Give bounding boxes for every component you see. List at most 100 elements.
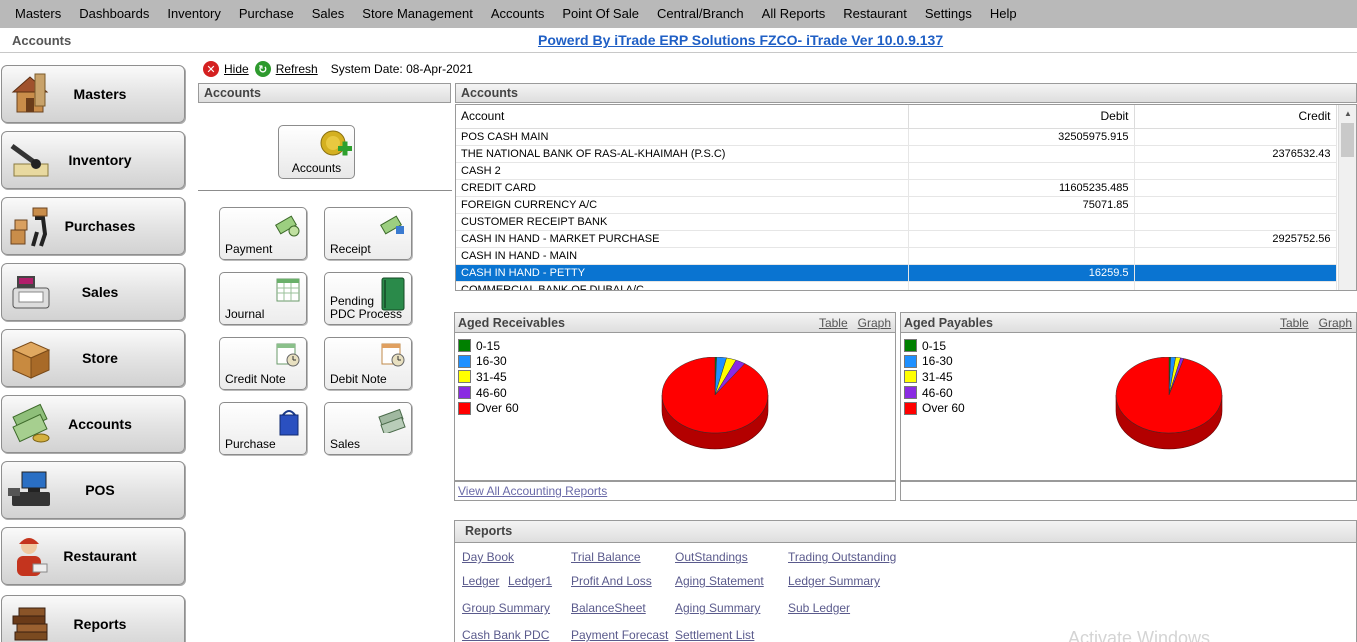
account-cell[interactable]: THE NATIONAL BANK OF RAS-AL-KHAIMAH (P.S… (456, 145, 909, 163)
debit-cell[interactable] (908, 281, 1135, 290)
refresh-link[interactable]: Refresh (276, 62, 318, 76)
menu-dashboards[interactable]: Dashboards (70, 0, 158, 28)
report-link-ledger-summary[interactable]: Ledger Summary (788, 574, 880, 588)
report-link-profit-and-loss[interactable]: Profit And Loss (571, 574, 652, 588)
accounts-main-tile[interactable]: Accounts (278, 125, 355, 179)
debit-cell[interactable] (908, 230, 1135, 248)
account-cell[interactable]: CASH IN HAND - MAIN (456, 247, 909, 265)
menu-central-branch[interactable]: Central/Branch (648, 0, 753, 28)
report-link-payment-forecast[interactable]: Payment Forecast (571, 628, 668, 642)
credit-cell[interactable]: 2376532.43 (1134, 145, 1337, 163)
debit-cell[interactable] (908, 162, 1135, 180)
report-link-aging-statement[interactable]: Aging Statement (675, 574, 764, 588)
menu-inventory[interactable]: Inventory (158, 0, 229, 28)
account-cell[interactable]: POS CASH MAIN (456, 128, 909, 146)
menu-settings[interactable]: Settings (916, 0, 981, 28)
debit-cell[interactable]: 16259.5 (908, 264, 1135, 282)
column-header-debit[interactable]: Debit (908, 105, 1135, 129)
scroll-up-icon[interactable]: ▲ (1339, 105, 1356, 122)
credit-cell[interactable] (1134, 162, 1337, 180)
account-cell[interactable]: CASH 2 (456, 162, 909, 180)
credit-cell[interactable]: 2925752.56 (1134, 230, 1337, 248)
table-row[interactable]: FOREIGN CURRENCY A/C 75071.85 (456, 196, 1337, 214)
report-link-day-book[interactable]: Day Book (462, 550, 514, 564)
report-link-cash-bank-pdc[interactable]: Cash Bank PDC (462, 628, 549, 642)
menu-store-management[interactable]: Store Management (353, 0, 482, 28)
sidebar-item-accounts[interactable]: Accounts (1, 395, 185, 453)
close-icon[interactable]: ✕ (203, 61, 219, 77)
menu-accounts[interactable]: Accounts (482, 0, 553, 28)
report-link-ledger1[interactable]: Ledger1 (508, 574, 552, 588)
refresh-icon[interactable]: ↻ (254, 61, 271, 77)
sidebar-item-store[interactable]: Store (1, 329, 185, 387)
pie-slice-over-60[interactable] (661, 357, 769, 434)
sidebar-item-reports[interactable]: Reports (1, 595, 185, 642)
account-cell[interactable]: CREDIT CARD (456, 179, 909, 197)
purchase-tile[interactable]: Purchase (219, 402, 307, 455)
menu-masters[interactable]: Masters (6, 0, 70, 28)
scroll-thumb[interactable] (1341, 123, 1354, 157)
credit-cell[interactable] (1134, 128, 1337, 146)
menu-purchase[interactable]: Purchase (230, 0, 303, 28)
journal-tile[interactable]: Journal (219, 272, 307, 325)
report-link-aging-summary[interactable]: Aging Summary (675, 601, 760, 615)
report-link-trading-outstanding[interactable]: Trading Outstanding (788, 550, 896, 564)
credit-cell[interactable] (1134, 179, 1337, 197)
payment-tile[interactable]: Payment (219, 207, 307, 260)
table-row[interactable]: THE NATIONAL BANK OF RAS-AL-KHAIMAH (P.S… (456, 145, 1337, 163)
pending-pdc-tile[interactable]: Pending PDC Process (324, 272, 412, 325)
credit-cell[interactable] (1134, 247, 1337, 265)
account-cell[interactable]: FOREIGN CURRENCY A/C (456, 196, 909, 214)
menu-all-reports[interactable]: All Reports (753, 0, 835, 28)
column-header-credit[interactable]: Credit (1134, 105, 1337, 129)
hide-link[interactable]: Hide (224, 62, 249, 76)
aged-payables-pie-chart[interactable] (1107, 357, 1231, 457)
credit-note-tile[interactable]: Credit Note (219, 337, 307, 390)
accounts-grid[interactable]: Account Debit Credit POS CASH MAIN 325059… (455, 104, 1357, 291)
menu-point-of-sale[interactable]: Point Of Sale (553, 0, 648, 28)
account-cell[interactable]: CASH IN HAND - PETTY (456, 264, 909, 282)
table-row[interactable]: COMMERCIAL BANK OF DUBAI A/C (456, 281, 1337, 290)
aged-receivables-pie-chart[interactable] (653, 357, 777, 457)
debit-note-tile[interactable]: Debit Note (324, 337, 412, 390)
graph-link[interactable]: Graph (858, 316, 891, 330)
menu-sales[interactable]: Sales (303, 0, 354, 28)
table-row[interactable]: POS CASH MAIN 32505975.915 (456, 128, 1337, 146)
table-row[interactable]: CASH IN HAND - MAIN (456, 247, 1337, 265)
sidebar-item-purchases[interactable]: Purchases (1, 197, 185, 255)
table-row[interactable]: CASH 2 (456, 162, 1337, 180)
menu-restaurant[interactable]: Restaurant (834, 0, 916, 28)
debit-cell[interactable]: 11605235.485 (908, 179, 1135, 197)
sidebar-item-pos[interactable]: POS (1, 461, 185, 519)
account-cell[interactable]: COMMERCIAL BANK OF DUBAI A/C (456, 281, 909, 290)
graph-link[interactable]: Graph (1319, 316, 1352, 330)
table-row[interactable]: CASH IN HAND - MARKET PURCHASE 2925752.56 (456, 230, 1337, 248)
receipt-tile[interactable]: Receipt (324, 207, 412, 260)
sales-tile[interactable]: Sales (324, 402, 412, 455)
report-link-trial-balance[interactable]: Trial Balance (571, 550, 641, 564)
sidebar-item-inventory[interactable]: Inventory (1, 131, 185, 189)
brand-link[interactable]: Powerd By iTrade ERP Solutions FZCO- iTr… (538, 32, 943, 48)
report-link-settlement-list[interactable]: Settlement List (675, 628, 754, 642)
table-row[interactable]: CASH IN HAND - PETTY 16259.5 (456, 264, 1337, 282)
table-link[interactable]: Table (819, 316, 848, 330)
debit-cell[interactable]: 75071.85 (908, 196, 1135, 214)
report-link-ledger[interactable]: Ledger (462, 574, 499, 588)
vertical-scrollbar[interactable]: ▲ (1338, 105, 1356, 290)
credit-cell[interactable] (1134, 196, 1337, 214)
table-link[interactable]: Table (1280, 316, 1309, 330)
report-link-group-summary[interactable]: Group Summary (462, 601, 550, 615)
report-link-sub-ledger[interactable]: Sub Ledger (788, 601, 850, 615)
report-link-outstandings[interactable]: OutStandings (675, 550, 748, 564)
menu-help[interactable]: Help (981, 0, 1026, 28)
sidebar-item-sales[interactable]: Sales (1, 263, 185, 321)
table-row[interactable]: CREDIT CARD 11605235.485 (456, 179, 1337, 197)
credit-cell[interactable] (1134, 264, 1337, 282)
debit-cell[interactable] (908, 145, 1135, 163)
debit-cell[interactable] (908, 247, 1135, 265)
sidebar-item-masters[interactable]: Masters (1, 65, 185, 123)
pie-slice-over-60[interactable] (1115, 357, 1223, 434)
table-row[interactable]: CUSTOMER RECEIPT BANK (456, 213, 1337, 231)
credit-cell[interactable] (1134, 213, 1337, 231)
debit-cell[interactable] (908, 213, 1135, 231)
